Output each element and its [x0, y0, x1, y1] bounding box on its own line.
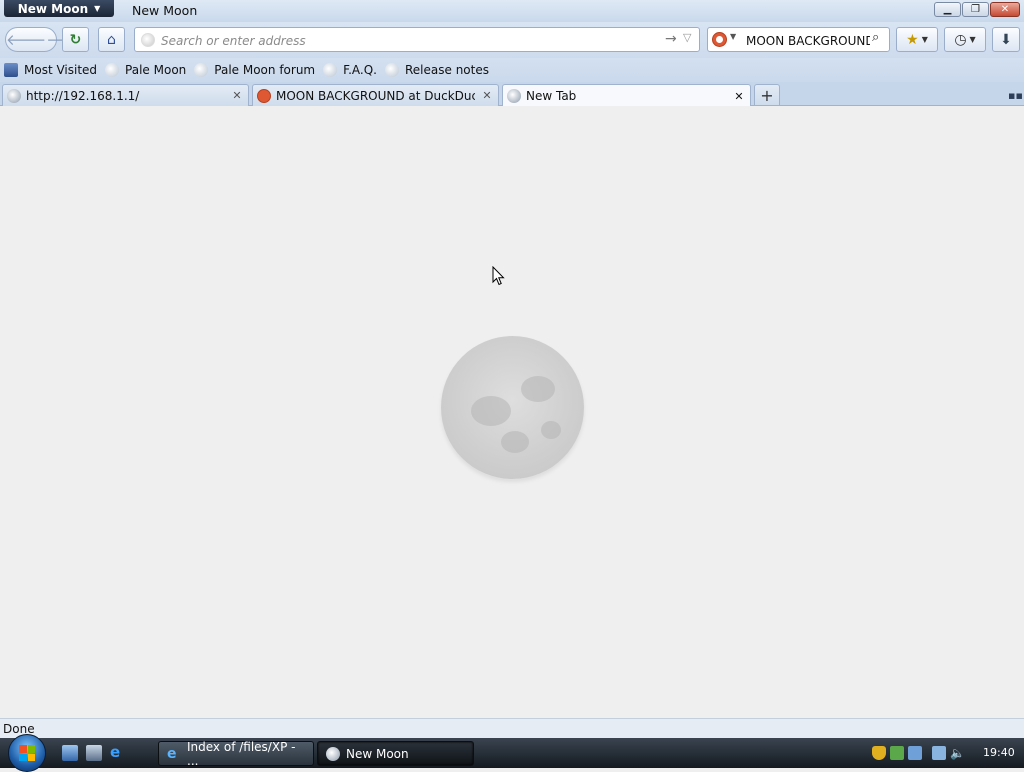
chevron-down-icon: ▼: [921, 35, 928, 44]
globe-icon: [7, 88, 21, 103]
chevron-down-icon: ▼: [969, 35, 976, 44]
bookmarks-menu-button[interactable]: ★ ▼: [896, 27, 938, 52]
bookmark-faq[interactable]: F.A.Q.: [319, 60, 381, 80]
volume-muted-icon[interactable]: 🔈: [950, 746, 965, 760]
moon-crater: [521, 376, 555, 402]
tab-close-icon[interactable]: ✕: [732, 90, 746, 103]
reload-button[interactable]: ↻: [62, 27, 89, 52]
security-check-icon[interactable]: [890, 746, 904, 760]
magnifier-icon[interactable]: ⌕: [872, 30, 879, 45]
download-arrow-icon: ⬇: [1000, 31, 1012, 48]
minimize-icon: ▁: [943, 4, 952, 15]
plus-icon: +: [760, 85, 774, 105]
tab-strip: http://192.168.1.1/ ✕ MOON BACKGROUND at…: [0, 82, 1024, 107]
search-input[interactable]: [744, 31, 872, 50]
new-tab-button[interactable]: +: [754, 84, 780, 106]
display-icon[interactable]: [932, 746, 946, 760]
address-bar[interactable]: → ▽: [134, 27, 700, 52]
moon-crater: [471, 396, 511, 426]
chevron-down-icon: ▼: [94, 4, 101, 13]
moon-logo-icon: [441, 336, 584, 479]
shield-icon[interactable]: [872, 746, 886, 760]
switch-windows-icon[interactable]: [86, 745, 102, 761]
window-title: New Moon: [132, 3, 198, 18]
globe-icon: [323, 63, 338, 77]
history-dropdown-icon[interactable]: ▽: [683, 31, 691, 44]
taskbar: e e Index of /files/XP - ... New Moon 🔈 …: [0, 734, 1024, 772]
restore-icon: ❐: [971, 4, 980, 15]
close-icon: ✕: [1000, 4, 1010, 15]
home-button[interactable]: ⌂: [98, 27, 125, 52]
most-visited-icon: [4, 63, 18, 77]
bookmark-label: Pale Moon forum: [214, 63, 316, 77]
taskbar-item-label: New Moon: [346, 746, 409, 761]
bookmark-label: Most Visited: [24, 63, 98, 77]
clock-icon: ◷: [954, 31, 967, 48]
internet-explorer-icon: e: [167, 745, 177, 762]
moon-crater: [541, 421, 561, 439]
tab-close-icon[interactable]: ✕: [480, 89, 494, 102]
back-arrow-icon[interactable]: 🡐: [6, 30, 46, 49]
restore-button[interactable]: ❐: [962, 2, 989, 17]
tab-new-tab[interactable]: New Tab ✕: [502, 84, 751, 107]
app-menu-label: New Moon: [17, 1, 89, 16]
search-bar[interactable]: ▼ ⌕: [707, 27, 890, 52]
tab-close-icon[interactable]: ✕: [230, 89, 244, 102]
tab-label: New Tab: [526, 89, 577, 103]
star-icon: ★: [906, 31, 919, 48]
network-icon[interactable]: [908, 746, 922, 760]
bookmark-label: F.A.Q.: [343, 63, 377, 77]
tab-list-icon[interactable]: ▪▪: [1008, 89, 1023, 102]
back-forward-group: 🡐 🡒: [5, 27, 86, 52]
taskbar-item-explorer[interactable]: e Index of /files/XP - ...: [158, 739, 314, 768]
title-bar: New Moon ▼ New Moon ▁ ❐ ✕: [0, 0, 1024, 22]
start-button[interactable]: [8, 734, 46, 772]
bookmark-release-notes[interactable]: Release notes: [381, 60, 493, 80]
taskbar-item-new-moon[interactable]: New Moon: [317, 741, 474, 766]
bookmarks-toolbar: Most Visited Pale Moon Pale Moon forum F…: [0, 58, 1024, 82]
status-bar: Done: [0, 718, 1024, 738]
minimize-button[interactable]: ▁: [934, 2, 961, 17]
tab-label: http://192.168.1.1/: [26, 88, 140, 103]
home-icon: ⌂: [107, 31, 116, 48]
globe-icon: [105, 63, 120, 77]
bookmark-label: Release notes: [405, 63, 489, 77]
go-arrow-icon[interactable]: →: [665, 31, 677, 47]
mouse-cursor-icon: [492, 266, 505, 286]
duckduckgo-icon: [257, 88, 271, 103]
moon-crater: [501, 431, 529, 453]
history-menu-button[interactable]: ◷ ▼: [944, 27, 986, 52]
tab-label: MOON BACKGROUND at DuckDuckGo: [276, 88, 475, 103]
close-window-button[interactable]: ✕: [990, 2, 1020, 17]
site-identity-icon[interactable]: [141, 33, 155, 47]
navigation-toolbar: 🡐 🡒 ↻ ⌂ → ▽ ▼ ⌕ ★▼ ◷▼ ⬇: [0, 22, 1024, 58]
chevron-down-icon[interactable]: ▼: [730, 32, 736, 41]
bookmark-pale-moon[interactable]: Pale Moon: [101, 60, 190, 80]
app-menu-button[interactable]: New Moon ▼: [4, 0, 114, 17]
bookmark-label: Pale Moon: [125, 63, 187, 77]
address-input[interactable]: [159, 31, 643, 50]
globe-icon: [507, 89, 521, 103]
bookmark-pale-moon-forum[interactable]: Pale Moon forum: [190, 60, 319, 80]
page-content: [0, 106, 1024, 718]
show-desktop-icon[interactable]: [62, 745, 78, 761]
taskbar-item-label: Index of /files/XP - ...: [187, 739, 296, 768]
globe-icon: [194, 63, 209, 77]
globe-icon: [385, 63, 399, 77]
downloads-button[interactable]: ⬇: [992, 27, 1020, 52]
new-moon-icon: [326, 746, 340, 761]
tab-duckduckgo[interactable]: MOON BACKGROUND at DuckDuckGo ✕: [252, 84, 499, 106]
internet-explorer-icon[interactable]: e: [110, 743, 120, 761]
duckduckgo-icon[interactable]: [712, 32, 727, 47]
reload-icon: ↻: [69, 31, 82, 48]
tab-router[interactable]: http://192.168.1.1/ ✕: [2, 84, 249, 106]
taskbar-clock[interactable]: 19:40: [983, 746, 1015, 759]
bookmark-most-visited[interactable]: Most Visited: [0, 60, 101, 80]
windows-logo-icon: [19, 745, 35, 761]
